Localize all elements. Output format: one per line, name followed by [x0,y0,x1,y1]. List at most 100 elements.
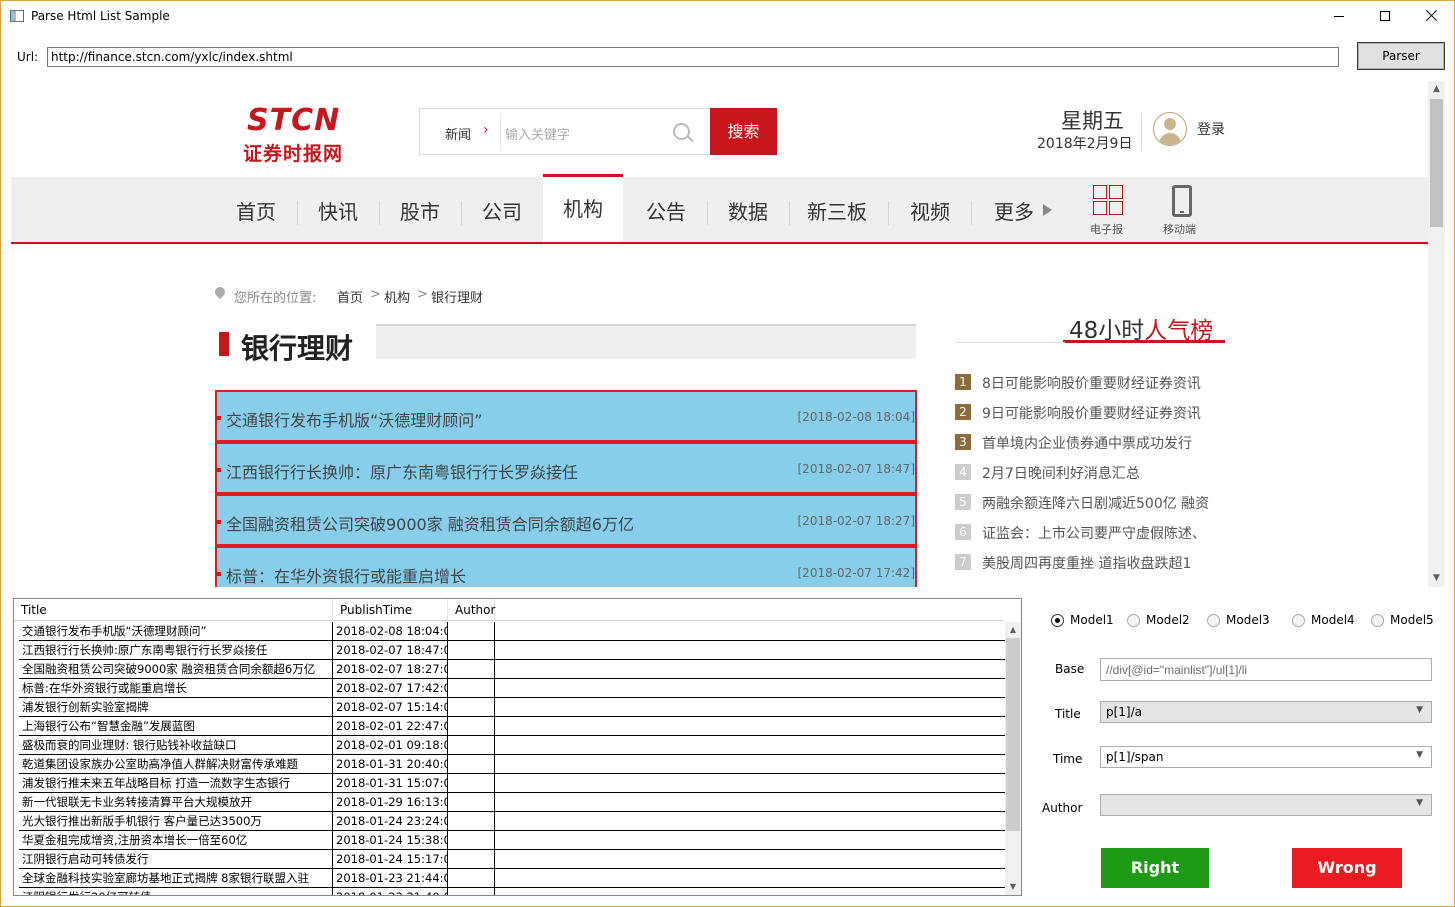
rank-badge: 5 [955,494,971,510]
news-item[interactable]: 全国融资租赁公司突破9000家 融资租赁合同余额超6万亿 [2018-02-07 … [215,494,917,546]
news-title[interactable]: 标普：在华外资银行或能重启增长 [226,563,466,587]
epaper-label[interactable]: 电子报 [1090,221,1123,237]
scroll-down-icon[interactable]: ▼ [1428,570,1445,587]
breadcrumb-item[interactable]: 银行理财 [431,287,483,306]
cell-title: 上海银行公布“智慧金融”发展蓝图 [19,717,333,735]
nav-item[interactable]: 快讯 [305,177,371,242]
table-row[interactable]: 全国融资租赁公司突破9000家 融资租赁合同余额超6万亿 2018-02-07 1… [19,660,1005,679]
hot-list-text[interactable]: 2月7日晚间利好消息汇总 [982,463,1140,483]
epaper-icon[interactable] [1093,185,1125,217]
minimize-icon [1334,16,1344,17]
table-row[interactable]: 浦发银行创新实验室揭牌 2018-02-07 15:14:00 [19,698,1005,717]
hot-list-text[interactable]: 8日可能影响股价重要财经证券资讯 [982,373,1201,393]
main-nav: 首页 快讯 股市 公司 机构 公告 数据 新三板 视频 更多 [11,174,1429,244]
hot-list-text[interactable]: 两融余额连降六日剧减近500亿 融资 [982,493,1209,513]
news-title[interactable]: 全国融资租赁公司突破9000家 融资租赁合同余额超6万亿 [226,511,634,535]
table-row[interactable]: 江阴银行发行20亿可转债2018-01-23 21:40:00 [19,888,1005,895]
maximize-button[interactable] [1362,1,1408,32]
table-row[interactable]: 全球金融科技实验室廊坊基地正式揭牌 8家银行联盟入驻 2018-01-23 21:… [19,869,1005,888]
parser-button[interactable]: Parser [1357,42,1445,70]
cell-publishtime: 2018-01-24 15:38:00 [333,831,448,849]
search-category[interactable]: 新闻 [445,124,471,143]
radio-icon [1292,614,1305,627]
avatar-icon[interactable] [1153,112,1187,146]
author-combobox[interactable]: ▼ [1100,794,1432,816]
bullet-icon [217,520,221,524]
column-header-title[interactable]: Title [14,599,333,621]
news-title[interactable]: 江西银行行长换帅：原广东南粤银行行长罗焱接任 [226,459,578,483]
time-combobox[interactable]: p[1]/span ▼ [1100,746,1432,768]
nav-item[interactable]: 更多 [981,177,1047,242]
cell-publishtime: 2018-02-07 15:14:00 [333,698,448,716]
table-row[interactable]: 江阴银行启动可转债发行 2018-01-24 15:17:00 [19,850,1005,869]
table-row[interactable]: 江西银行行长换帅:原广东南粤银行行长罗焱接任 2018-02-07 18:47:0… [19,641,1005,660]
news-time: [2018-02-08 18:04] [797,410,916,424]
radio-icon [1371,614,1384,627]
column-header-author[interactable]: Author [448,599,495,621]
results-grid[interactable]: Title PublishTime Author 交通银行发布手机版“沃德理财顾… [13,598,1022,896]
cell-filler [495,622,1005,640]
hot-list-text[interactable]: 9日可能影响股价重要财经证券资讯 [982,403,1201,423]
web-browser-view[interactable]: STCN 证券时报网 新闻 › 输入关键字 搜索 星期五 2018年2月9日 登… [11,81,1445,587]
hot-list-text[interactable]: 证监会：上市公司要严守虚假陈述、 [982,523,1206,543]
rank-badge: 2 [955,404,971,420]
table-row[interactable]: 乾道集团设家族办公室助高净值人群解决财富传承难题 2018-01-31 20:40… [19,755,1005,774]
header-divider [1141,113,1142,151]
nav-item[interactable]: 数据 [715,177,781,242]
minimize-button[interactable] [1316,1,1362,32]
scroll-up-icon[interactable]: ▲ [1428,81,1445,98]
table-row[interactable]: 标普:在华外资银行或能重启增长 2018-02-07 17:42:00 [19,679,1005,698]
scroll-down-icon[interactable]: ▼ [1005,879,1021,895]
table-row[interactable]: 华夏金租完成增资,注册资本增长一倍至60亿 2018-01-24 15:38:00 [19,831,1005,850]
wrong-button[interactable]: Wrong [1292,848,1402,888]
table-row[interactable]: 盛极而衰的同业理财: 银行贴钱补收益缺口 2018-02-01 09:18:00 [19,736,1005,755]
grid-vertical-scrollbar[interactable]: ▲ ▼ [1005,622,1021,895]
url-input[interactable] [47,47,1339,67]
breadcrumb-item[interactable]: 机构 [384,287,410,306]
nav-divider [379,201,380,225]
web-vertical-scrollbar[interactable]: ▲ ▼ [1428,81,1445,587]
hot-list-text[interactable]: 首单境内企业债券通中票成功发行 [982,433,1192,453]
search-icon[interactable] [673,123,690,140]
cell-filler [495,888,1005,895]
table-row[interactable]: 交通银行发布手机版“沃德理财顾问” 2018-02-08 18:04:00 [19,622,1005,641]
scroll-up-icon[interactable]: ▲ [1005,622,1021,638]
scrollbar-thumb[interactable] [1006,638,1020,831]
table-row[interactable]: 新一代银联无卡业务转接清算平台大规模放开 2018-01-29 16:13:00 [19,793,1005,812]
breadcrumb-item[interactable]: 首页 [337,287,363,306]
nav-item[interactable]: 视频 [899,177,961,242]
search-input[interactable]: 输入关键字 [505,124,570,143]
nav-item[interactable]: 股市 [387,177,453,242]
stcn-logo[interactable]: STCN [247,103,340,138]
nav-item[interactable]: 公司 [469,177,535,242]
table-row[interactable]: 上海银行公布“智慧金融”发展蓝图 2018-02-01 22:47:00 [19,717,1005,736]
nav-item[interactable]: 首页 [223,177,289,242]
nav-item[interactable]: 公告 [633,177,699,242]
cell-publishtime: 2018-02-01 22:47:00 [333,717,448,735]
table-row[interactable]: 光大银行推出新版手机银行 客户量已达3500万 2018-01-24 23:24:… [19,812,1005,831]
mobile-label[interactable]: 移动端 [1163,221,1196,237]
rank-badge: 4 [955,464,971,480]
nav-item[interactable]: 新三板 [797,177,877,242]
news-title[interactable]: 交通银行发布手机版“沃德理财顾问” [226,407,483,431]
base-input[interactable] [1100,658,1432,681]
right-button[interactable]: Right [1101,848,1209,888]
scrollbar-thumb[interactable] [1430,99,1443,227]
close-icon [1425,9,1438,22]
close-button[interactable] [1408,1,1454,32]
cell-title: 全球金融科技实验室廊坊基地正式揭牌 8家银行联盟入驻 [19,869,333,887]
login-link[interactable]: 登录 [1197,119,1225,139]
cell-author [448,774,495,792]
title-combobox[interactable]: p[1]/a ▼ [1100,701,1432,723]
hot-list-text[interactable]: 美股周四再度重挫 道指收盘跌超1 [982,553,1191,573]
more-arrow-icon[interactable] [1043,204,1052,216]
news-item[interactable]: 标普：在华外资银行或能重启增长 [2018-02-07 17:42] [215,546,917,587]
mobile-icon[interactable] [1172,185,1192,217]
nav-item[interactable]: 机构 [543,174,623,242]
search-button[interactable]: 搜索 [710,108,777,155]
news-item[interactable]: 江西银行行长换帅：原广东南粤银行行长罗焱接任 [2018-02-07 18:47] [215,442,917,494]
news-item[interactable]: 交通银行发布手机版“沃德理财顾问” [2018-02-08 18:04] [215,390,917,442]
cell-publishtime: 2018-01-31 15:07:00 [333,774,448,792]
table-row[interactable]: 浦发银行推未来五年战略目标 打造一流数字生态银行 2018-01-31 15:07… [19,774,1005,793]
column-header-publishtime[interactable]: PublishTime [333,599,448,621]
